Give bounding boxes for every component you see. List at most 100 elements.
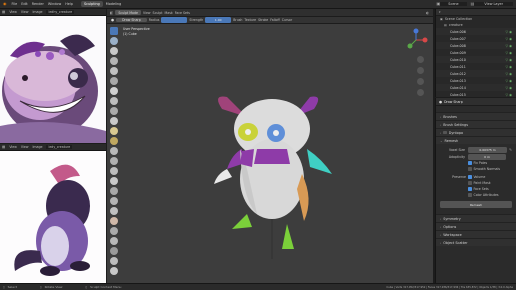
list-item[interactable]: Cube.009 ▽ ◉ xyxy=(436,49,516,56)
tab-sculpting[interactable]: Sculpting xyxy=(80,1,103,7)
section-object-scatter[interactable]: › Object Scatter xyxy=(436,238,516,246)
tool-clay-icon[interactable] xyxy=(110,47,118,55)
ref-bottom-image-name[interactable]: ledy_creature xyxy=(46,145,73,149)
tool-inflate-icon[interactable] xyxy=(110,87,118,95)
menu-edit[interactable]: Edit xyxy=(19,2,30,6)
strength-field[interactable]: 1.00 xyxy=(205,17,232,23)
tool-clay-thumb-icon[interactable] xyxy=(110,67,118,75)
tool-multiplane-icon[interactable] xyxy=(110,157,118,165)
image-editor-icon[interactable]: ▦ xyxy=(0,10,7,14)
viewport-shading-icon[interactable]: ◐ xyxy=(426,11,429,15)
cursor-dropdown[interactable]: Cursor xyxy=(282,18,292,22)
ref-top-menu-image[interactable]: Image xyxy=(30,10,44,14)
tool-nudge-icon[interactable] xyxy=(110,227,118,235)
tool-snake-hook-icon[interactable] xyxy=(110,197,118,205)
fix-poles-checkbox[interactable] xyxy=(468,161,472,165)
pan-icon[interactable] xyxy=(417,67,424,74)
preserve-color-attributes-row[interactable]: Color Attributes xyxy=(440,192,512,198)
tab-modeling[interactable]: Modeling xyxy=(103,1,124,7)
viewport-menu-mask[interactable]: Mask xyxy=(165,11,173,15)
tool-pose-icon[interactable] xyxy=(110,217,118,225)
tool-elastic-icon[interactable] xyxy=(110,187,118,195)
preserve-color-attributes-checkbox[interactable] xyxy=(468,193,472,197)
outliner-filter-icon[interactable]: ▾ xyxy=(439,10,441,14)
zoom-icon[interactable] xyxy=(417,56,424,63)
menu-help[interactable]: Help xyxy=(63,2,75,6)
tool-pinch-icon[interactable] xyxy=(110,167,118,175)
editor-type-icon[interactable]: ◧ xyxy=(110,11,113,15)
eyedropper-icon[interactable]: ✎ xyxy=(509,148,512,152)
smooth-normals-checkbox[interactable] xyxy=(468,167,472,171)
stroke-dropdown[interactable]: Stroke xyxy=(258,18,268,22)
preserve-paint-mask-checkbox[interactable] xyxy=(468,181,472,185)
navigation-gizmo[interactable] xyxy=(403,27,429,53)
brush-dropdown[interactable]: Brush xyxy=(233,18,242,22)
adaptivity-field[interactable]: 0 m xyxy=(468,153,506,160)
section-brush-settings[interactable]: › Brush Settings xyxy=(436,120,516,128)
ref-bottom-menu-view[interactable]: View xyxy=(7,145,19,149)
tool-draw-icon[interactable] xyxy=(110,27,118,35)
blender-logo-icon[interactable]: ◉ xyxy=(0,2,10,6)
visibility-icon[interactable]: ▽ ◉ xyxy=(506,72,512,76)
list-item[interactable]: Cube.014 ▽ ◉ xyxy=(436,84,516,91)
menu-render[interactable]: Render xyxy=(30,2,46,6)
camera-view-icon[interactable] xyxy=(417,78,424,85)
list-item[interactable]: Cube.010 ▽ ◉ xyxy=(436,56,516,63)
view-layer-selector[interactable]: View Layer xyxy=(474,2,513,6)
menu-file[interactable]: File xyxy=(10,2,20,6)
tool-smooth-icon[interactable] xyxy=(110,117,118,125)
list-item[interactable]: Cube.015 ▽ ◉ xyxy=(436,91,516,98)
ref-top-menu-view2[interactable]: View xyxy=(19,10,31,14)
viewport-menu-sculpt[interactable]: Sculpt xyxy=(153,11,163,15)
viewport-menu-view[interactable]: View xyxy=(143,11,151,15)
section-dyntopo[interactable]: › Dyntopo xyxy=(436,128,516,136)
voxel-size-field[interactable]: 0.00375 m xyxy=(468,146,508,153)
visibility-icon[interactable]: ▽ ◉ xyxy=(506,37,512,41)
ref-top-menu-view[interactable]: View xyxy=(7,10,19,14)
preserve-face-sets-checkbox[interactable] xyxy=(468,187,472,191)
texture-dropdown[interactable]: Texture xyxy=(244,18,256,22)
mode-selector[interactable]: Sculpt Mode xyxy=(115,10,141,15)
list-item[interactable]: Cube.006 ▽ ◉ xyxy=(436,28,516,35)
falloff-dropdown[interactable]: Falloff xyxy=(270,18,279,22)
ref-bottom-menu-image[interactable]: Image xyxy=(30,145,44,149)
tool-grab-icon[interactable] xyxy=(110,177,118,185)
tool-fill-icon[interactable] xyxy=(110,137,118,145)
section-symmetry[interactable]: › Symmetry xyxy=(436,214,516,222)
tool-layer-icon[interactable] xyxy=(110,77,118,85)
tool-thumb-icon[interactable] xyxy=(110,207,118,215)
tool-clay-strips-icon[interactable] xyxy=(110,57,118,65)
brush-selector[interactable]: Draw Sharp xyxy=(116,18,147,22)
visibility-icon[interactable]: ▽ ◉ xyxy=(506,79,512,83)
tool-draw-sharp-icon[interactable] xyxy=(110,37,118,45)
section-brushes[interactable]: › Brushes xyxy=(436,112,516,120)
tool-properties-icon[interactable]: ● xyxy=(439,100,442,104)
ref-bottom-menu-view2[interactable]: View xyxy=(19,145,31,149)
list-item[interactable]: Cube.013 ▽ ◉ xyxy=(436,77,516,84)
list-item[interactable]: Cube.008 ▽ ◉ xyxy=(436,42,516,49)
visibility-icon[interactable]: ▽ ◉ xyxy=(506,44,512,48)
tool-cloth-icon[interactable] xyxy=(110,257,118,265)
ref-top-image-name[interactable]: ledhy_creature xyxy=(46,10,75,14)
smooth-normals-row[interactable]: Smooth Normals xyxy=(440,166,512,172)
remesh-button[interactable]: Remesh xyxy=(440,201,512,208)
visibility-icon[interactable]: ▽ ◉ xyxy=(506,65,512,69)
tool-rotate-icon[interactable] xyxy=(110,237,118,245)
scene-selector[interactable]: Scene xyxy=(440,2,467,6)
list-item[interactable]: Cube.012 ▽ ◉ xyxy=(436,70,516,77)
radius-field[interactable] xyxy=(161,17,188,23)
visibility-icon[interactable]: ▽ ◉ xyxy=(506,30,512,34)
menu-window[interactable]: Window xyxy=(46,2,63,6)
sculpted-creature-model[interactable] xyxy=(202,89,342,259)
tool-scrape-icon[interactable] xyxy=(110,147,118,155)
section-options[interactable]: › Options xyxy=(436,222,516,230)
tool-blob-icon[interactable] xyxy=(110,97,118,105)
viewport-menu-face-sets[interactable]: Face Sets xyxy=(175,11,190,15)
section-workspace[interactable]: › Workspace xyxy=(436,230,516,238)
3d-viewport[interactable]: ◧ Sculpt Mode View Sculpt Mask Face Sets… xyxy=(107,9,433,290)
tool-slide-relax-icon[interactable] xyxy=(110,247,118,255)
visibility-icon[interactable]: ▽ ◉ xyxy=(506,51,512,55)
tool-flatten-icon[interactable] xyxy=(110,127,118,135)
ortho-toggle-icon[interactable] xyxy=(417,89,424,96)
visibility-icon[interactable]: ▽ ◉ xyxy=(506,86,512,90)
